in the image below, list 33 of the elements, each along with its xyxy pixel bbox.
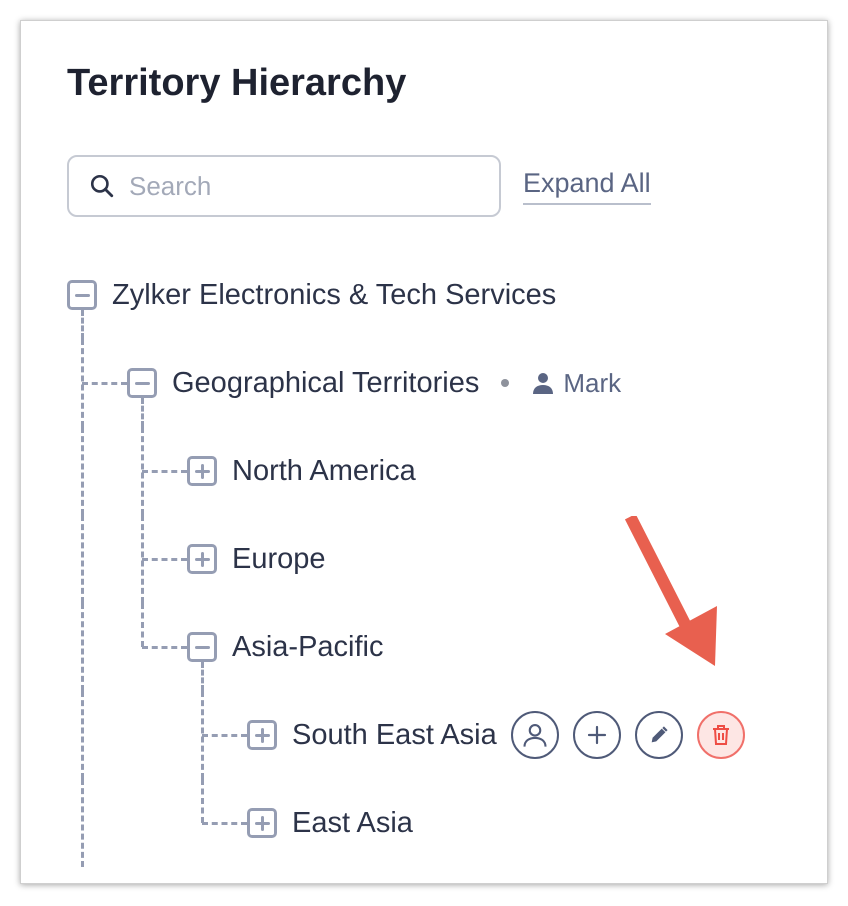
- person-icon: [531, 371, 556, 395]
- territory-name[interactable]: North America: [232, 454, 416, 488]
- person-icon: [520, 721, 549, 749]
- minus-icon: [74, 294, 90, 296]
- expand-toggle[interactable]: [187, 456, 217, 486]
- owner-name: Mark: [563, 368, 622, 398]
- plus-icon: [254, 816, 270, 830]
- territory-name[interactable]: Zylker Electronics & Tech Services: [112, 278, 556, 312]
- plus-icon: [194, 552, 210, 566]
- plus-icon: [194, 464, 210, 478]
- collapse-toggle[interactable]: [127, 368, 157, 398]
- territory-name[interactable]: South East Asia: [292, 718, 497, 752]
- expand-toggle[interactable]: [187, 544, 217, 574]
- search-icon: [89, 173, 115, 199]
- edit-button[interactable]: [634, 711, 683, 759]
- page-title: Territory Hierarchy: [67, 61, 408, 105]
- add-button[interactable]: [572, 711, 621, 759]
- territory-name[interactable]: East Asia: [292, 806, 413, 840]
- territory-name[interactable]: Europe: [232, 542, 326, 576]
- expand-all-link[interactable]: Expand All: [523, 168, 651, 204]
- expand-toggle[interactable]: [247, 808, 277, 838]
- expand-toggle[interactable]: [247, 720, 277, 750]
- territory-name[interactable]: Asia-Pacific: [232, 630, 384, 664]
- collapse-toggle[interactable]: [187, 632, 217, 662]
- minus-icon: [194, 646, 210, 648]
- user-button[interactable]: [510, 711, 559, 759]
- delete-button[interactable]: [696, 711, 745, 759]
- search-field[interactable]: Search: [67, 155, 501, 217]
- minus-icon: [134, 382, 150, 384]
- plus-icon: [254, 728, 270, 742]
- collapse-toggle[interactable]: [67, 280, 97, 310]
- territory-name[interactable]: Geographical Territories: [172, 366, 480, 400]
- separator-dot-icon: [501, 379, 510, 387]
